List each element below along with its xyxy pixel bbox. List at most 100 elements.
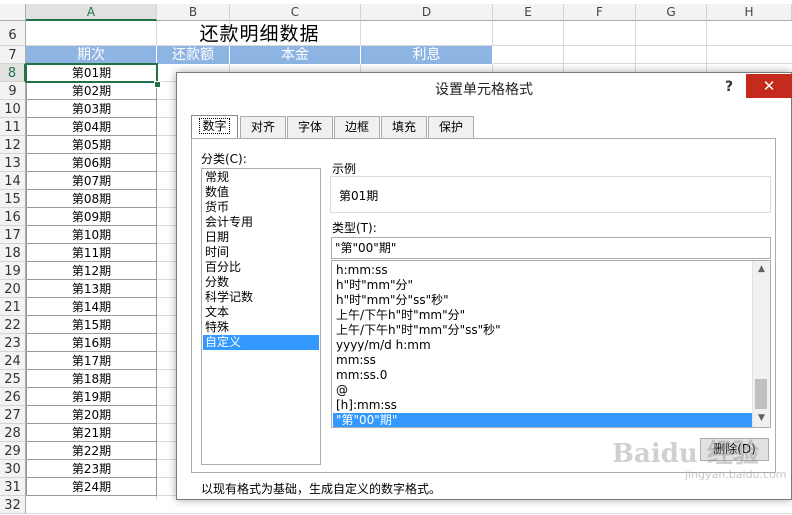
type-input[interactable]: "第"00"期"	[331, 237, 771, 259]
table-header-cell[interactable]: 本金	[230, 46, 361, 64]
tab-number[interactable]: 数字	[191, 115, 238, 139]
row-header-26[interactable]: 26	[0, 388, 26, 406]
row-header-28[interactable]: 28	[0, 424, 26, 442]
column-header-g[interactable]: G	[636, 4, 707, 21]
tab-protection[interactable]: 保护	[428, 116, 474, 138]
row-header-11[interactable]: 11	[0, 118, 26, 136]
row-header-32[interactable]: 32	[0, 496, 26, 514]
row-header-27[interactable]: 27	[0, 406, 26, 424]
row-header-17[interactable]: 17	[0, 226, 26, 244]
category-item[interactable]: 文本	[203, 305, 319, 320]
row-header-20[interactable]: 20	[0, 280, 26, 298]
format-item[interactable]: @	[333, 383, 752, 398]
table-header-cell[interactable]: 还款额	[157, 46, 230, 64]
column-header-d[interactable]: D	[361, 4, 493, 21]
period-cell[interactable]: 第16期	[26, 334, 157, 352]
fill-handle[interactable]	[154, 81, 161, 88]
period-cell[interactable]: 第10期	[26, 226, 157, 244]
tab-fill[interactable]: 填充	[381, 116, 427, 138]
row-header-14[interactable]: 14	[0, 172, 26, 190]
period-cell[interactable]: 第12期	[26, 262, 157, 280]
close-button[interactable]: ✕	[746, 74, 792, 98]
category-item[interactable]: 百分比	[203, 260, 319, 275]
period-cell[interactable]: 第04期	[26, 118, 157, 136]
category-item[interactable]: 会计专用	[203, 215, 319, 230]
active-cell[interactable]: 第01期	[25, 63, 158, 83]
row-header-22[interactable]: 22	[0, 316, 26, 334]
scroll-up-arrow-icon[interactable]: ▲	[753, 261, 770, 278]
row-header-29[interactable]: 29	[0, 442, 26, 460]
row-header-9[interactable]: 9	[0, 82, 26, 100]
row-header-25[interactable]: 25	[0, 370, 26, 388]
period-cell[interactable]: 第03期	[26, 100, 157, 118]
row-header-31[interactable]: 31	[0, 478, 26, 496]
row-header-10[interactable]: 10	[0, 100, 26, 118]
table-header-cell[interactable]: 利息	[361, 46, 493, 64]
tab-border[interactable]: 边框	[334, 116, 380, 138]
format-item[interactable]: "第"00"期"	[333, 413, 752, 427]
scroll-thumb[interactable]	[755, 379, 767, 409]
period-cell[interactable]: 第18期	[26, 370, 157, 388]
period-cell[interactable]: 第24期	[26, 478, 157, 496]
format-item[interactable]: h:mm:ss	[333, 263, 752, 278]
row-header-16[interactable]: 16	[0, 208, 26, 226]
period-cell[interactable]: 第15期	[26, 316, 157, 334]
period-cell[interactable]: 第19期	[26, 388, 157, 406]
category-list[interactable]: 常规 数值 货币 会计专用 日期 时间 百分比 分数 科学记数 文本 特殊 自定义	[201, 168, 321, 465]
column-header-e[interactable]: E	[493, 4, 564, 21]
table-header-cell[interactable]: 期次	[26, 46, 157, 64]
tab-alignment[interactable]: 对齐	[240, 116, 286, 138]
format-item[interactable]: 上午/下午h"时"mm"分"	[333, 308, 752, 323]
period-cell[interactable]: 第13期	[26, 280, 157, 298]
category-item[interactable]: 常规	[203, 170, 319, 185]
format-list-scrollbar[interactable]: ▲ ▼	[752, 261, 770, 427]
column-header-h[interactable]: H	[707, 4, 792, 21]
column-header-b[interactable]: B	[157, 4, 230, 21]
period-cell[interactable]: 第20期	[26, 406, 157, 424]
row-header-12[interactable]: 12	[0, 136, 26, 154]
column-header-a[interactable]: A	[26, 4, 157, 21]
category-item[interactable]: 日期	[203, 230, 319, 245]
category-item[interactable]: 特殊	[203, 320, 319, 335]
row-header-18[interactable]: 18	[0, 244, 26, 262]
period-cell[interactable]: 第22期	[26, 442, 157, 460]
sheet-title[interactable]: 还款明细数据	[26, 21, 493, 46]
select-all-corner[interactable]	[0, 4, 26, 21]
column-header-c[interactable]: C	[230, 4, 361, 21]
period-cell[interactable]: 第23期	[26, 460, 157, 478]
row-header-15[interactable]: 15	[0, 190, 26, 208]
row-header-8[interactable]: 8	[0, 64, 26, 82]
help-button[interactable]: ?	[721, 77, 737, 97]
period-cell[interactable]: 第02期	[26, 82, 157, 100]
row-header-7[interactable]: 7	[0, 46, 26, 64]
period-cell[interactable]: 第05期	[26, 136, 157, 154]
category-item[interactable]: 分数	[203, 275, 319, 290]
format-item[interactable]: 上午/下午h"时"mm"分"ss"秒"	[333, 323, 752, 338]
period-cell[interactable]: 第07期	[26, 172, 157, 190]
row-header-30[interactable]: 30	[0, 460, 26, 478]
format-item[interactable]: mm:ss	[333, 353, 752, 368]
row-header-19[interactable]: 19	[0, 262, 26, 280]
row-header-6[interactable]: 6	[0, 21, 26, 46]
tab-font[interactable]: 字体	[287, 116, 333, 138]
row-header-24[interactable]: 24	[0, 352, 26, 370]
row-header-23[interactable]: 23	[0, 334, 26, 352]
category-item[interactable]: 时间	[203, 245, 319, 260]
period-cell[interactable]: 第09期	[26, 208, 157, 226]
period-cell[interactable]: 第11期	[26, 244, 157, 262]
category-item[interactable]: 数值	[203, 185, 319, 200]
category-item[interactable]: 货币	[203, 200, 319, 215]
row-header-13[interactable]: 13	[0, 154, 26, 172]
period-cell[interactable]: 第21期	[26, 424, 157, 442]
category-item[interactable]: 科学记数	[203, 290, 319, 305]
category-item[interactable]: 自定义	[203, 335, 319, 350]
period-cell[interactable]: 第14期	[26, 298, 157, 316]
period-cell[interactable]: 第06期	[26, 154, 157, 172]
format-list[interactable]: h:mm:ss h"时"mm"分" h"时"mm"分"ss"秒" 上午/下午h"时"m…	[331, 260, 771, 428]
column-header-f[interactable]: F	[564, 4, 636, 21]
format-item[interactable]: [h]:mm:ss	[333, 398, 752, 413]
period-cell[interactable]: 第08期	[26, 190, 157, 208]
scroll-down-arrow-icon[interactable]: ▼	[753, 410, 770, 427]
format-item[interactable]: mm:ss.0	[333, 368, 752, 383]
period-cell[interactable]: 第17期	[26, 352, 157, 370]
